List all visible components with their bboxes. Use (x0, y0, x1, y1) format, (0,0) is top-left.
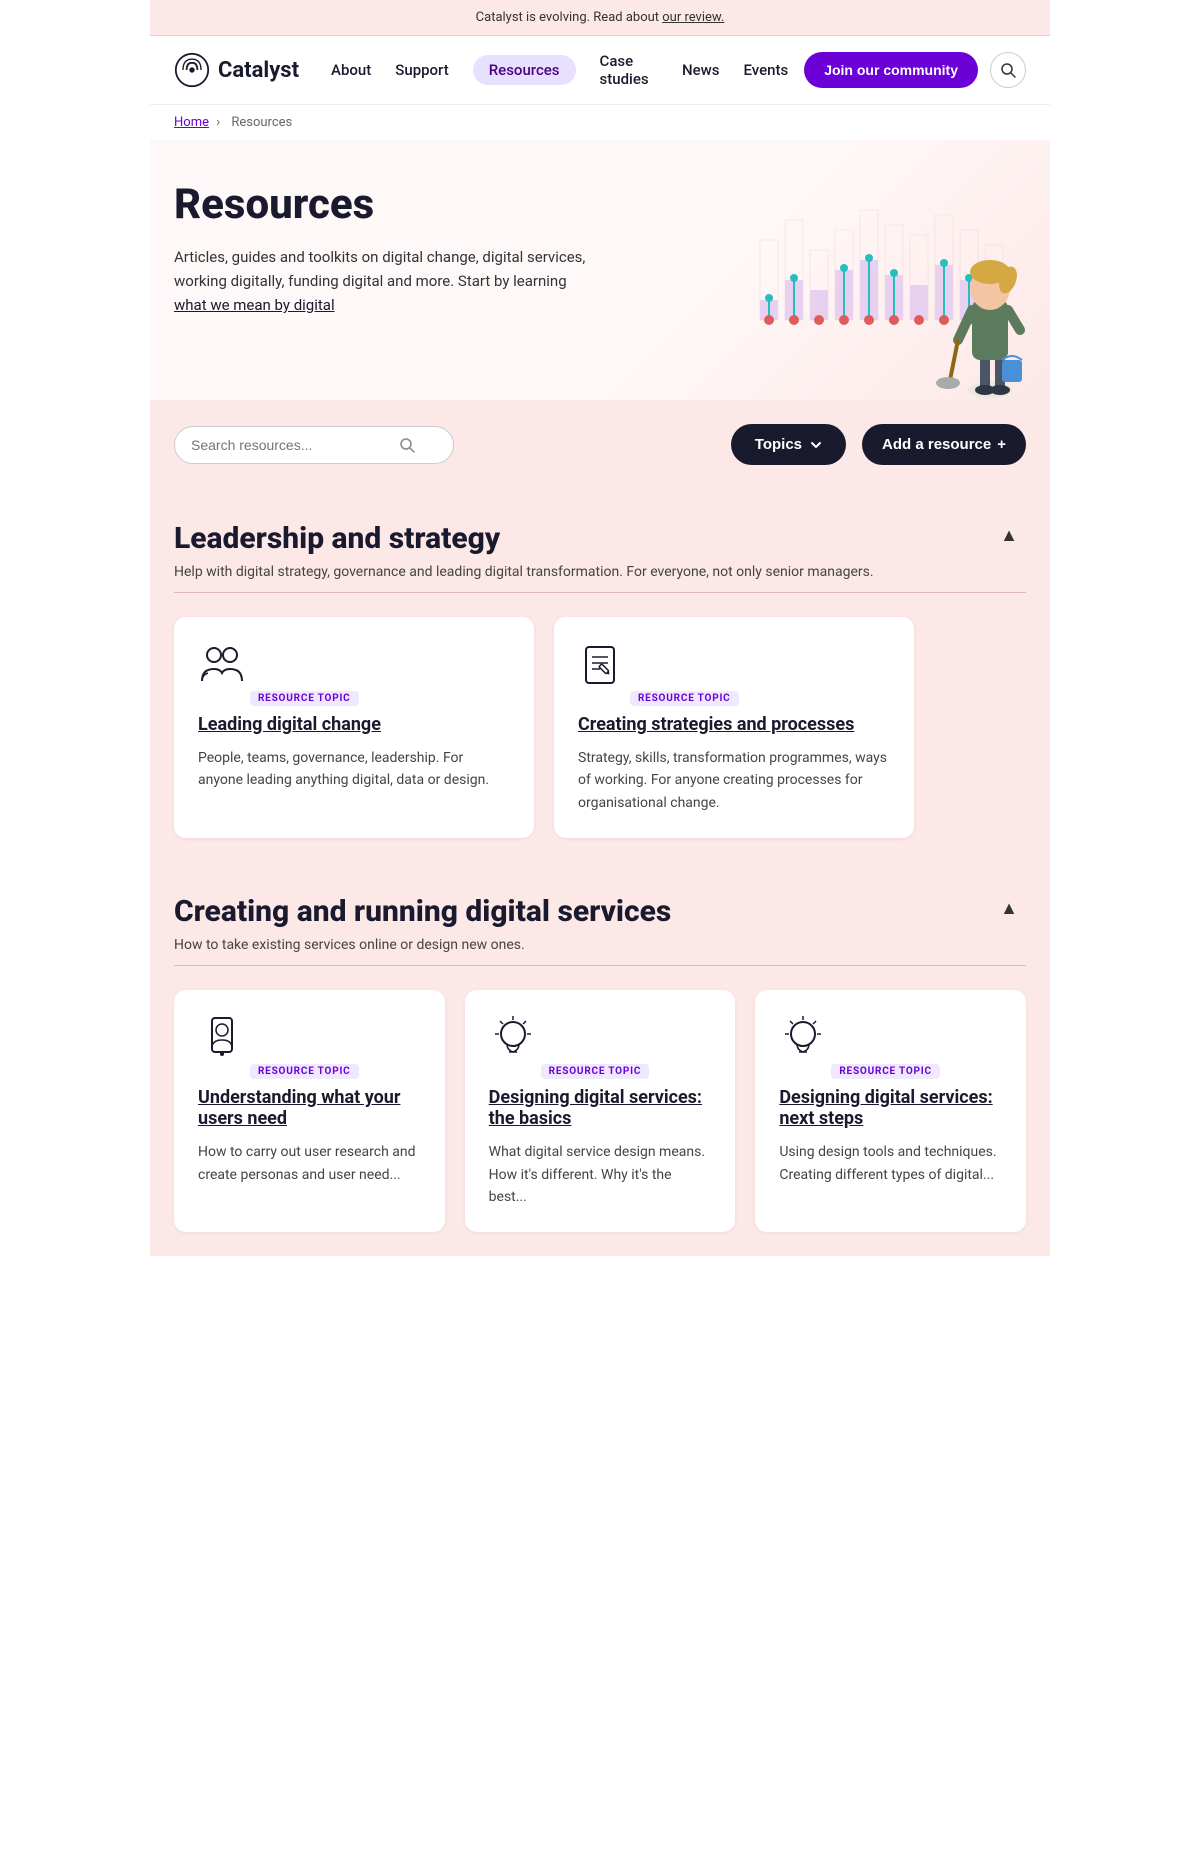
logo-text: Catalyst (218, 58, 299, 83)
leadership-description: Help with digital strategy, governance a… (174, 564, 874, 580)
card2-topic-label: RESOURCE TOPIC (630, 691, 739, 706)
search-icon (1000, 62, 1016, 78)
nav-resources[interactable]: Resources (473, 55, 576, 85)
card-designing-basics: RESOURCE TOPIC Designing digital service… (465, 990, 736, 1232)
leadership-section: Leadership and strategy Help with digita… (150, 489, 1050, 593)
top-banner: Catalyst is evolving. Read about our rev… (150, 0, 1050, 36)
nav-links: About Support Resources Case studies New… (331, 52, 788, 88)
hero-link[interactable]: what we mean by digital (174, 296, 335, 314)
nav-about[interactable]: About (331, 61, 371, 79)
card4-topic-label: RESOURCE TOPIC (541, 1064, 650, 1079)
nav-case-studies[interactable]: Case studies (600, 52, 658, 88)
card1-topic-label: RESOURCE TOPIC (250, 691, 359, 706)
card3-description: How to carry out user research and creat… (198, 1141, 421, 1186)
page-wrapper: Catalyst is evolving. Read about our rev… (150, 0, 1050, 1256)
breadcrumb: Home › Resources (150, 105, 1050, 140)
hero-description: Articles, guides and toolkits on digital… (174, 245, 594, 317)
search-input-wrapper (174, 426, 454, 464)
card-understanding-users: RESOURCE TOPIC Understanding what your u… (174, 990, 445, 1232)
card3-topic-label: RESOURCE TOPIC (250, 1064, 359, 1079)
nav-support[interactable]: Support (395, 61, 448, 79)
hero-illustration (630, 180, 1050, 400)
digital-services-description: How to take existing services online or … (174, 937, 671, 953)
card-creating-strategies: RESOURCE TOPIC Creating strategies and p… (554, 617, 914, 838)
add-resource-button[interactable]: Add a resource + (862, 424, 1026, 465)
lightbulb-2-icon (779, 1014, 827, 1062)
chevron-down-icon (810, 439, 822, 451)
page-title: Resources (174, 180, 594, 229)
card-leading-digital-change: RESOURCE TOPIC Leading digital change Pe… (174, 617, 534, 838)
card-designing-next-steps: RESOURCE TOPIC Designing digital service… (755, 990, 1026, 1232)
digital-services-collapse-button[interactable]: ▲ (992, 894, 1026, 923)
card2-title[interactable]: Creating strategies and processes (578, 714, 890, 735)
topics-button[interactable]: Topics (731, 424, 846, 465)
hero-section: Resources Articles, guides and toolkits … (150, 140, 1050, 400)
card5-title[interactable]: Designing digital services: next steps (779, 1087, 1002, 1129)
search-input-icon (399, 437, 415, 453)
digital-services-cards-grid: RESOURCE TOPIC Understanding what your u… (150, 966, 1050, 1256)
leadership-cards-grid: RESOURCE TOPIC Leading digital change Pe… (150, 593, 1050, 862)
logo-icon (174, 52, 210, 88)
join-community-button[interactable]: Join our community (804, 52, 978, 88)
logo[interactable]: Catalyst (174, 52, 299, 88)
hero-content: Resources Articles, guides and toolkits … (174, 180, 594, 317)
leadership-title: Leadership and strategy (174, 521, 874, 556)
card2-description: Strategy, skills, transformation program… (578, 747, 890, 814)
card1-description: People, teams, governance, leadership. F… (198, 747, 510, 792)
nav-events[interactable]: Events (743, 61, 788, 79)
nav-news[interactable]: News (682, 61, 720, 79)
people-icon (198, 641, 246, 689)
digital-services-title: Creating and running digital services (174, 894, 671, 929)
lightbulb-icon (489, 1014, 537, 1062)
digital-services-section-header: Creating and running digital services Ho… (174, 894, 1026, 966)
banner-text: Catalyst is evolving. Read about (476, 10, 663, 25)
breadcrumb-current: Resources (231, 115, 292, 130)
card1-title[interactable]: Leading digital change (198, 714, 510, 735)
leadership-section-header: Leadership and strategy Help with digita… (174, 521, 1026, 593)
phone-user-icon (198, 1014, 246, 1062)
card5-description: Using design tools and techniques. Creat… (779, 1141, 1002, 1186)
card4-description: What digital service design means. How i… (489, 1141, 712, 1208)
navigation: Catalyst About Support Resources Case st… (150, 36, 1050, 105)
breadcrumb-home[interactable]: Home (174, 115, 209, 130)
digital-services-section: Creating and running digital services Ho… (150, 862, 1050, 966)
document-edit-icon (578, 641, 626, 689)
card5-topic-label: RESOURCE TOPIC (831, 1064, 940, 1079)
leadership-collapse-button[interactable]: ▲ (992, 521, 1026, 550)
card4-title[interactable]: Designing digital services: the basics (489, 1087, 712, 1129)
card3-title[interactable]: Understanding what your users need (198, 1087, 421, 1129)
banner-link[interactable]: our review. (662, 10, 724, 25)
search-input[interactable] (191, 437, 391, 453)
search-button[interactable] (990, 52, 1026, 88)
search-bar: Topics Add a resource + (150, 400, 1050, 489)
